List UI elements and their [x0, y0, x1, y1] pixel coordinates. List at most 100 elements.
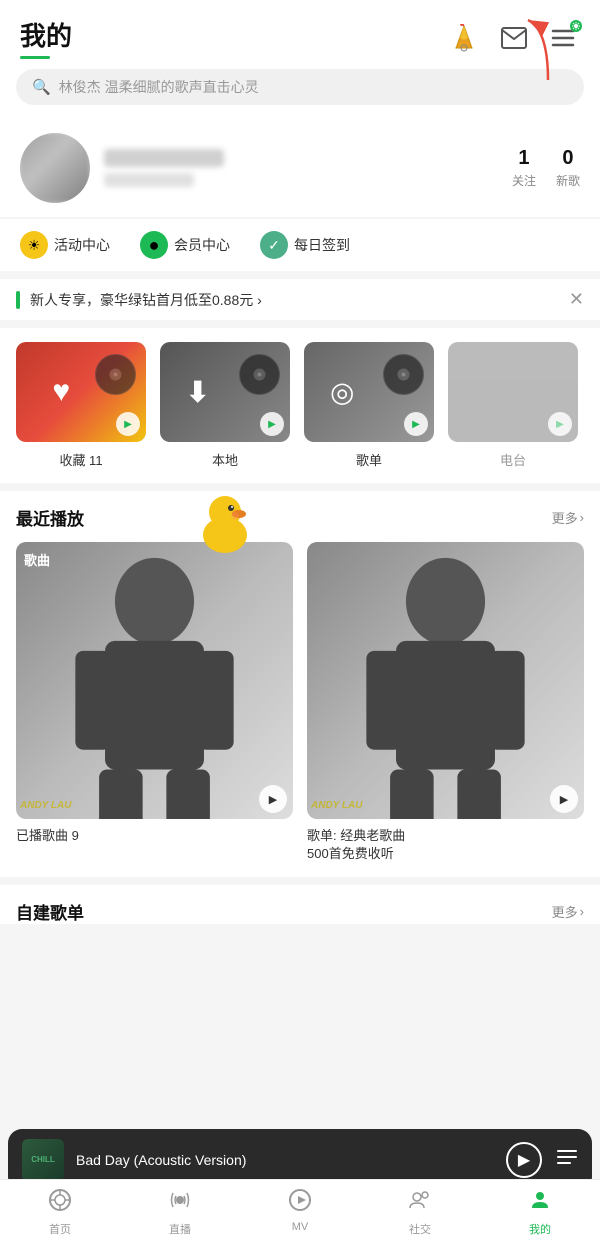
- local-play-button[interactable]: ▶: [260, 412, 284, 436]
- collect-thumb: ♥ ▶: [16, 342, 146, 442]
- activity-label: 活动中心: [54, 235, 110, 255]
- recent-title: 最近播放: [16, 505, 84, 530]
- recent-more-button[interactable]: 更多 ›: [552, 508, 584, 527]
- new-songs-stat[interactable]: 0 新歌: [556, 147, 580, 189]
- nav-mine[interactable]: 我的: [518, 1186, 562, 1239]
- playlist-play-button[interactable]: ▶: [404, 412, 428, 436]
- radio-thumb: ▶: [448, 342, 578, 442]
- following-label: 关注: [512, 172, 536, 189]
- category-local[interactable]: ⬇ ▶ 本地: [160, 342, 290, 469]
- settings-badge: [570, 20, 582, 32]
- page-title: 我的: [20, 16, 72, 53]
- playlists-header: 自建歌单 更多 ›: [16, 899, 584, 924]
- player-song-name: Bad Day (Acoustic Version): [76, 1152, 494, 1168]
- player-queue-button[interactable]: [556, 1146, 578, 1174]
- recent-desc-0: 已播歌曲 9: [16, 827, 293, 845]
- recent-thumb-1: ANDY LAU ▶: [307, 542, 584, 819]
- promo-banner: 新人专享，豪华绿钻首月低至0.88元 › ✕: [0, 279, 600, 320]
- nav-mv[interactable]: MV: [278, 1186, 322, 1239]
- collect-label: 收藏 11: [59, 450, 102, 469]
- recent-item-0[interactable]: 歌曲 ANDY LAU ▶ 已播歌曲 9: [16, 542, 293, 863]
- title-underline: [20, 56, 50, 59]
- social-icon: [408, 1188, 432, 1218]
- recent-play-button-1[interactable]: ▶: [550, 785, 578, 813]
- recent-header: 最近播放 更多 ›: [16, 505, 584, 530]
- nav-home[interactable]: 首页: [38, 1186, 82, 1239]
- mv-icon: [288, 1188, 312, 1218]
- search-icon: 🔍: [32, 78, 51, 96]
- social-label: 社交: [409, 1221, 431, 1237]
- user-name-blurred: [104, 149, 224, 167]
- recent-desc-1: 歌单: 经典老歌曲500首免费收听: [307, 827, 584, 863]
- playlists-title: 自建歌单: [16, 899, 84, 924]
- new-songs-label: 新歌: [556, 172, 580, 189]
- live-icon: [168, 1188, 192, 1218]
- new-songs-count: 0: [562, 147, 573, 170]
- live-label: 直播: [169, 1221, 191, 1237]
- player-controls: ▶: [506, 1142, 578, 1178]
- recent-grid: 歌曲 ANDY LAU ▶ 已播歌曲 9 AN: [16, 542, 584, 863]
- recent-watermark-0: ANDY LAU: [20, 800, 71, 811]
- promo-stripe: [16, 291, 20, 309]
- party-hat-icon[interactable]: [448, 22, 480, 54]
- quick-link-vip[interactable]: ● 会员中心: [140, 231, 230, 259]
- recent-play-button-0[interactable]: ▶: [259, 785, 287, 813]
- vip-label: 会员中心: [174, 235, 230, 255]
- search-bar[interactable]: 🔍 林俊杰 温柔细腻的歌声直击心灵: [16, 69, 584, 105]
- player-play-button[interactable]: ▶: [506, 1142, 542, 1178]
- music-categories: ♥ ▶ 收藏 11 ⬇ ▶ 本地 ◎ ▶ 歌单 ▶: [0, 328, 600, 483]
- player-album-art: CHILL: [22, 1139, 64, 1181]
- home-icon: [48, 1188, 72, 1218]
- home-label: 首页: [49, 1221, 71, 1237]
- vip-icon: ●: [140, 231, 168, 259]
- category-playlist[interactable]: ◎ ▶ 歌单: [304, 342, 434, 469]
- local-label: 本地: [212, 450, 238, 469]
- promo-text: 新人专享，豪华绿钻首月低至0.88元 ›: [30, 290, 559, 310]
- search-placeholder-text: 林俊杰 温柔细腻的歌声直击心灵: [59, 77, 259, 97]
- mine-icon: [528, 1188, 552, 1218]
- promo-close-button[interactable]: ✕: [569, 289, 584, 310]
- quick-links: ☀ 活动中心 ● 会员中心 ✓ 每日签到: [0, 219, 600, 271]
- user-subtitle-blurred: [104, 173, 194, 187]
- collect-play-button[interactable]: ▶: [116, 412, 140, 436]
- profile-info: [104, 149, 498, 187]
- header-icons: [448, 22, 580, 54]
- self-playlists-section: 自建歌单 更多 ›: [0, 885, 600, 924]
- recent-section: 最近播放 更多 › 歌曲: [0, 491, 600, 877]
- following-count: 1: [518, 147, 529, 170]
- settings-icon[interactable]: [548, 22, 580, 54]
- recent-thumb-inner-0: [16, 542, 293, 819]
- quick-link-activity[interactable]: ☀ 活动中心: [20, 231, 110, 259]
- mv-label: MV: [292, 1221, 309, 1233]
- checkin-label: 每日签到: [294, 235, 350, 255]
- quick-link-checkin[interactable]: ✓ 每日签到: [260, 231, 350, 259]
- user-avatar[interactable]: [20, 133, 90, 203]
- profile-section: 1 关注 0 新歌: [0, 119, 600, 217]
- avatar-image: [20, 133, 90, 203]
- recent-item-1[interactable]: ANDY LAU ▶ 歌单: 经典老歌曲500首免费收听: [307, 542, 584, 863]
- playlists-more-button[interactable]: 更多 ›: [552, 902, 584, 921]
- radio-play-button[interactable]: ▶: [548, 412, 572, 436]
- nav-live[interactable]: 直播: [158, 1186, 202, 1239]
- profile-stats: 1 关注 0 新歌: [512, 147, 580, 189]
- header-title-wrap: 我的: [20, 16, 72, 59]
- bottom-nav: 首页 直播 MV 社交 我的: [0, 1179, 600, 1247]
- following-stat[interactable]: 1 关注: [512, 147, 536, 189]
- search-bar-section: 🔍 林俊杰 温柔细腻的歌声直击心灵: [0, 59, 600, 119]
- recent-thumb-inner-1: [307, 542, 584, 819]
- nav-social[interactable]: 社交: [398, 1186, 442, 1239]
- playlist-thumb: ◎ ▶: [304, 342, 434, 442]
- category-radio[interactable]: ▶ 电台: [448, 342, 578, 469]
- checkin-icon: ✓: [260, 231, 288, 259]
- category-collect[interactable]: ♥ ▶ 收藏 11: [16, 342, 146, 469]
- recent-thumb-0: 歌曲 ANDY LAU ▶: [16, 542, 293, 819]
- recent-watermark-1: ANDY LAU: [311, 800, 362, 811]
- player-album-label: CHILL: [31, 1155, 55, 1165]
- local-thumb: ⬇ ▶: [160, 342, 290, 442]
- mine-label: 我的: [529, 1221, 551, 1237]
- activity-icon: ☀: [20, 231, 48, 259]
- radio-label: 电台: [500, 450, 526, 469]
- header: 我的: [0, 0, 600, 59]
- playlist-label: 歌单: [356, 450, 382, 469]
- mail-icon[interactable]: [498, 22, 530, 54]
